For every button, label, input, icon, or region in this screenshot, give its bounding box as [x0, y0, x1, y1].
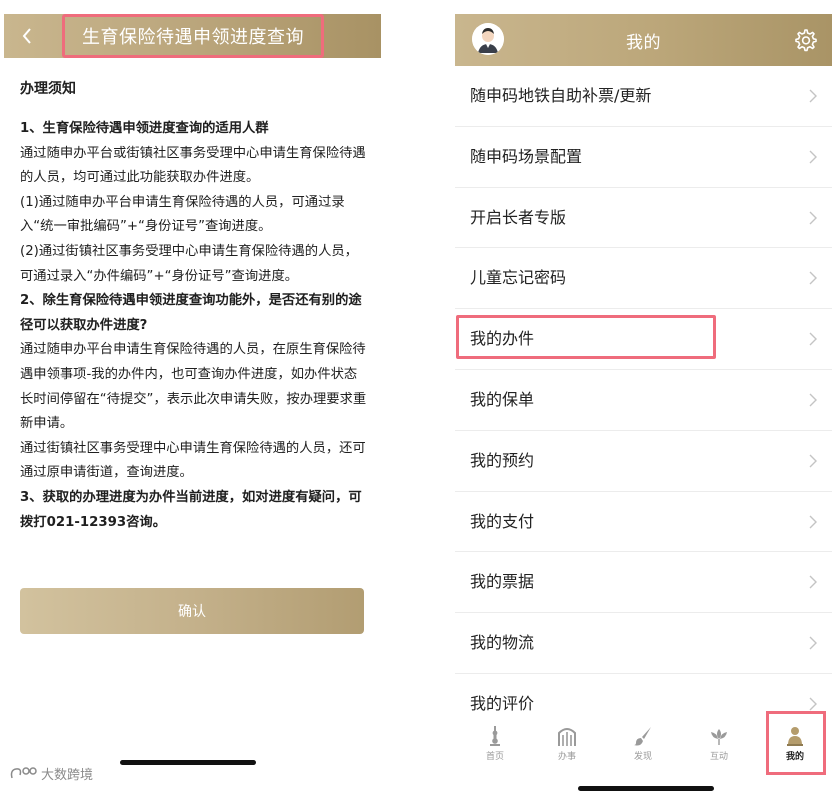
home-indicator-right[interactable] [578, 786, 714, 791]
menu-item-my-receipts[interactable]: 我的票据 [455, 552, 832, 614]
tab-label: 首页 [485, 752, 504, 762]
gear-icon[interactable] [792, 27, 818, 53]
notice-para-6: 通过随申办平台申请生育保险待遇的人员，在原生育保险待遇申领事项-我的办件内，也可… [20, 342, 367, 432]
chevron-right-icon [809, 697, 817, 711]
menu-item-my-policies[interactable]: 我的保单 [455, 370, 832, 431]
menu-item-elder-mode[interactable]: 开启长者专版 [455, 188, 832, 249]
flower-icon [711, 729, 727, 745]
chevron-right-icon [809, 271, 817, 285]
notice-para-7: 通过街镇社区事务受理中心申请生育保险待遇的人员，还可通过原申请街道，查询进度。 [20, 440, 366, 481]
tab-interact[interactable]: 互动 [687, 725, 751, 769]
notice-heading: 办理须知 [20, 81, 76, 97]
gate-icon [558, 728, 576, 746]
menu-item-label: 随申码地铁自助补票/更新 [470, 86, 652, 105]
chevron-right-icon [809, 515, 817, 529]
chevron-right-icon [809, 393, 817, 407]
tab-label: 发现 [633, 752, 652, 762]
chevron-right-icon [809, 575, 817, 589]
tab-home[interactable]: 首页 [463, 725, 527, 769]
back-button[interactable] [12, 20, 42, 52]
tab-label: 办事 [557, 752, 576, 762]
menu-item-label: 开启长者专版 [470, 207, 567, 227]
notice-para-8: 3、获取的办理进度为办件当前进度，如对进度有疑问，可拨打021-12393咨询。 [20, 489, 362, 530]
chevron-right-icon [809, 89, 817, 103]
notice-para-2: 通过随申办平台或街镇社区事务受理中心申请生育保险待遇的人员，均可通过此功能获取办… [20, 145, 366, 186]
menu-item-label: 我的票据 [470, 572, 535, 592]
menu-item-label: 我的支付 [470, 511, 535, 531]
chevron-right-icon [809, 211, 817, 225]
chevron-right-icon [809, 454, 817, 468]
notice-body: 1、生育保险待遇申领进度查询的适用人群 通过随申办平台或街镇社区事务受理中心申请… [20, 117, 370, 535]
avatar[interactable] [472, 23, 504, 55]
watermark: 大数跨境 [8, 764, 93, 783]
notice-para-3: (1)通过随申办平台申请生育保险待遇的人员，可通过录入“统一审批编码”+“身份证… [20, 194, 345, 235]
tower-icon [490, 726, 500, 746]
page-title-text: 生育保险待遇申领进度查询 [82, 27, 304, 48]
person-avatar-icon [472, 23, 504, 55]
top-bar-right: 我的 [455, 14, 832, 66]
tab-services[interactable]: 办事 [535, 725, 599, 769]
profile-title: 我的 [626, 32, 661, 53]
left-screen: 生育保险待遇申领进度查询 办理须知 1、生育保险待遇申领进度查询的适用人群 通过… [4, 14, 381, 784]
notice-para-5: 2、除生育保险待遇申领进度查询功能外，是否还有别的途径可以获取办件进度? [20, 293, 362, 333]
confirm-button[interactable]: 确认 [20, 588, 364, 634]
page-title: 生育保险待遇申领进度查询 [62, 14, 324, 58]
notice-para-4: (2)通过街镇社区事务受理中心申请生育保险待遇的人员，可通过录入“办件编码”+“… [20, 243, 358, 284]
tab-label: 互动 [709, 752, 728, 762]
menu-item-code-config[interactable]: 随申码场景配置 [455, 127, 832, 188]
home-indicator-left[interactable] [120, 760, 256, 765]
menu-item-my-payments[interactable]: 我的支付 [455, 492, 832, 553]
chevron-right-icon [809, 150, 817, 164]
notice-para-1: 1、生育保险待遇申领进度查询的适用人群 [20, 121, 269, 136]
menu-item-label: 我的物流 [470, 633, 535, 653]
watermark-logo-icon [10, 766, 37, 778]
watermark-text: 大数跨境 [41, 768, 94, 783]
tab-discover[interactable]: 发现 [611, 725, 675, 769]
profile-menu: 随申码地铁自助补票/更新 随申码场景配置 开启长者专版 儿童忘记密码 我的办件 … [455, 66, 832, 735]
chevron-left-icon [22, 28, 31, 44]
top-bar: 生育保险待遇申领进度查询 [4, 14, 381, 58]
menu-item-label: 随申码场景配置 [470, 146, 583, 166]
menu-item-child-password[interactable]: 儿童忘记密码 [455, 248, 832, 310]
menu-item-metro-ticket[interactable]: 随申码地铁自助补票/更新 [455, 66, 832, 127]
menu-item-label: 儿童忘记密码 [470, 268, 567, 288]
highlight-my-cases [456, 315, 716, 359]
menu-item-label: 我的预约 [470, 450, 535, 470]
bottom-tab-bar: 首页 办事 发现 互动 我的 [455, 711, 832, 779]
chevron-right-icon [809, 636, 817, 650]
right-screen: 我的 随申码地铁自助补票/更新 随申码场景配置 开启长者专版 儿童忘记密码 我的… [455, 14, 832, 784]
menu-item-my-logistics[interactable]: 我的物流 [455, 613, 832, 674]
brush-icon [634, 727, 651, 746]
menu-item-label: 我的保单 [470, 389, 535, 409]
highlight-tab-mine [766, 711, 826, 775]
menu-item-my-appointments[interactable]: 我的预约 [455, 431, 832, 492]
chevron-right-icon [809, 332, 817, 346]
